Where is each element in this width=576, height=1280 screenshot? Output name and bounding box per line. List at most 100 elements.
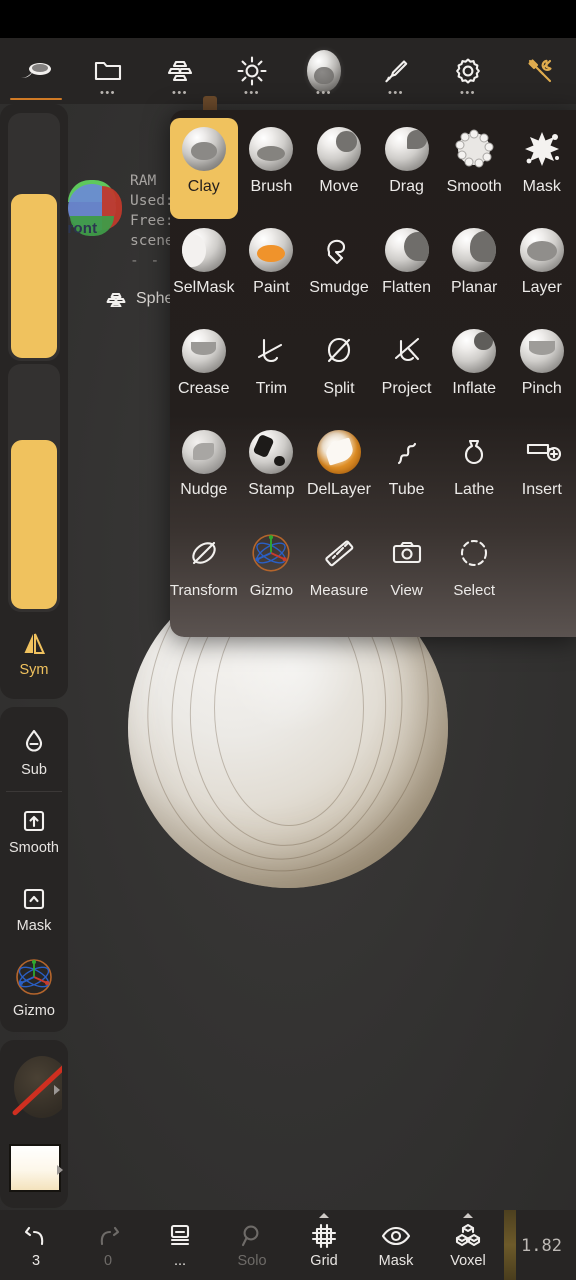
brush-item-select[interactable]: Select: [440, 522, 508, 623]
bottom-item-redo[interactable]: 0: [72, 1210, 144, 1280]
sidebar-item-gizmo[interactable]: Gizmo: [0, 948, 68, 1026]
brush-item-drag[interactable]: Drag: [373, 118, 441, 219]
brush-label: Nudge: [180, 481, 228, 498]
brush-item-smooth[interactable]: Smooth: [440, 118, 508, 219]
square-up-arrow-icon: [23, 810, 45, 831]
brush-item-stamp[interactable]: Stamp: [238, 421, 306, 522]
slider-fill: [11, 440, 57, 609]
brush-item-paint[interactable]: Paint: [238, 219, 306, 320]
brush-item-brush[interactable]: Brush: [238, 118, 306, 219]
active-indicator: [10, 98, 62, 100]
stack-layers-icon: [106, 292, 126, 307]
toolbar-item-material[interactable]: •••: [288, 38, 360, 104]
palette-row: SelMask Paint Smudge Flatten Planar Laye…: [170, 219, 576, 320]
smudge-finger-icon: [316, 227, 362, 273]
sidebar-item-mask[interactable]: Mask: [0, 870, 68, 948]
brush-item-planar[interactable]: Planar: [440, 219, 508, 320]
brush-item-nudge[interactable]: Nudge: [170, 421, 238, 522]
brush-item-view[interactable]: View: [373, 522, 441, 623]
scene-object-entry[interactable]: Sphe: [105, 290, 173, 308]
camera-icon: [384, 530, 430, 576]
redo-arrow-icon: [94, 1221, 122, 1251]
brush-item-project[interactable]: Project: [373, 320, 441, 421]
brush-item-clay[interactable]: Clay: [170, 118, 238, 219]
sidebar-item-sub[interactable]: Sub: [0, 713, 68, 791]
toolbar-item-tools[interactable]: [504, 38, 576, 104]
undo-arrow-icon: [22, 1221, 50, 1251]
voxel-cubes-icon: [453, 1221, 483, 1251]
brush-item-insert[interactable]: Insert: [508, 421, 576, 522]
brush-label: Gizmo: [249, 582, 294, 599]
app-root: Front RAM Used: 3 Free: 21 scene ve - - …: [0, 0, 576, 1280]
brush-item-tube[interactable]: Tube: [373, 421, 441, 522]
brush-item-gizmo[interactable]: Gizmo: [238, 522, 306, 623]
sidebar-item-symmetry[interactable]: Sym: [0, 615, 68, 693]
caret-up-icon: [463, 1213, 473, 1218]
drag-brush-icon: [384, 126, 430, 172]
toolbar-item-files[interactable]: •••: [72, 38, 144, 104]
brush-radius-slider[interactable]: [8, 113, 60, 361]
overflow-dots: •••: [459, 87, 477, 99]
toolbar-item-sculpt-mode[interactable]: [0, 38, 72, 104]
brush-item-pinch[interactable]: Pinch: [508, 320, 576, 421]
brush-item-mask[interactable]: Mask: [508, 118, 576, 219]
brush-item-trim[interactable]: Trim: [238, 320, 306, 421]
paint-brush-icon: [248, 227, 294, 273]
toolbar-item-settings[interactable]: •••: [432, 38, 504, 104]
bottom-item-mask[interactable]: Mask: [360, 1210, 432, 1280]
split-icon: [316, 328, 362, 374]
brush-label: Inflate: [452, 380, 496, 397]
brush-label: Planar: [451, 279, 498, 296]
brush-item-flatten[interactable]: Flatten: [373, 219, 441, 320]
toolbar-item-lighting[interactable]: •••: [216, 38, 288, 104]
toolbar-item-scene[interactable]: •••: [144, 38, 216, 104]
brush-item-inflate[interactable]: Inflate: [440, 320, 508, 421]
brush-item-measure[interactable]: Measure: [305, 522, 373, 623]
slider-fill: [11, 194, 57, 358]
brush-label: Crease: [178, 380, 230, 397]
brush-item-move[interactable]: Move: [305, 118, 373, 219]
brush-item-selmask[interactable]: SelMask: [170, 219, 238, 320]
dashed-circle-icon: [451, 530, 497, 576]
left-sidebar: Sym Sub Smooth Mask Gizmo: [0, 104, 68, 1210]
palette-row: Transform Gizmo Measure View Select: [170, 522, 576, 623]
clay-brush-icon: [181, 126, 227, 172]
bottom-item-undo[interactable]: 3: [0, 1210, 72, 1280]
alpha-swatch[interactable]: [6, 1046, 62, 1134]
bottom-item-grid[interactable]: Grid: [288, 1210, 360, 1280]
brush-intensity-slider[interactable]: [8, 364, 60, 612]
axis-gizmo-icon: [248, 530, 294, 576]
move-brush-icon: [316, 126, 362, 172]
bottom-item-label: 0: [103, 1253, 113, 1269]
gear-icon: [451, 54, 485, 88]
toolbar-item-paint[interactable]: •••: [360, 38, 432, 104]
mask-splat-icon: [519, 126, 565, 172]
sidebar-item-label: Gizmo: [13, 1002, 55, 1019]
brush-item-transform[interactable]: Transform: [170, 522, 238, 623]
project-icon: [384, 328, 430, 374]
color-swatch[interactable]: [3, 1138, 65, 1202]
brush-item-layer[interactable]: Layer: [508, 219, 576, 320]
brush-item-dellayer[interactable]: DelLayer: [305, 421, 373, 522]
bottom-item-voxel[interactable]: Voxel: [432, 1210, 504, 1280]
selmask-brush-icon: [181, 227, 227, 273]
brush-label: Smudge: [309, 279, 369, 296]
brush-label: Transform: [170, 582, 238, 599]
brush-item-split[interactable]: Split: [305, 320, 373, 421]
palette-row: Clay Brush Move Drag Smooth Mask: [170, 118, 576, 219]
planar-brush-icon: [451, 227, 497, 273]
brush-label: Smooth: [446, 178, 502, 195]
brush-label: Lathe: [454, 481, 495, 498]
sidebar-item-smooth[interactable]: Smooth: [0, 792, 68, 870]
brush-item-lathe[interactable]: Lathe: [440, 421, 508, 522]
brush-label: Mask: [522, 178, 561, 195]
brush-label: Pinch: [521, 380, 562, 397]
brush-item-crease[interactable]: Crease: [170, 320, 238, 421]
bottom-item-solo[interactable]: Solo: [216, 1210, 288, 1280]
version-label: 1.82: [521, 1236, 562, 1256]
magnifier-icon: [239, 1221, 265, 1251]
brush-item-smudge[interactable]: Smudge: [305, 219, 373, 320]
eye-icon: [381, 1221, 411, 1251]
ruler-icon: [316, 530, 362, 576]
bottom-item-layers[interactable]: ...: [144, 1210, 216, 1280]
